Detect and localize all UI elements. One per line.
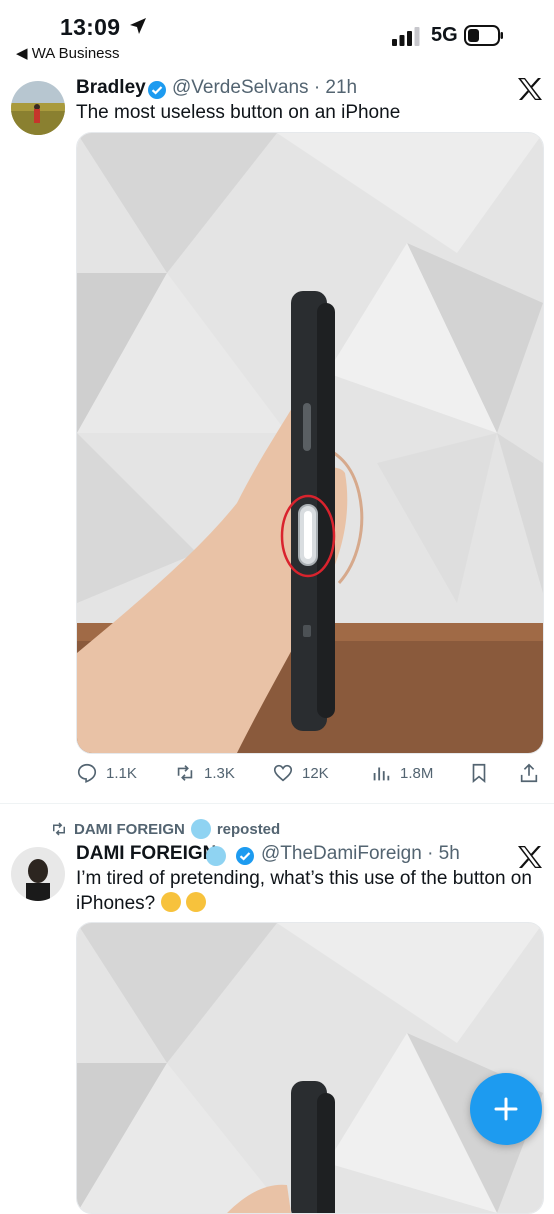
emoji-icon <box>190 819 211 839</box>
reply-icon <box>77 763 97 783</box>
repost-icon <box>177 765 193 781</box>
repost-count: 1.3K <box>204 764 235 782</box>
expressionless-face-emoji-icon <box>185 892 206 912</box>
signal-icon <box>392 27 420 46</box>
x-logo-icon <box>518 78 542 100</box>
like-icon <box>273 764 293 782</box>
battery-icon <box>464 25 503 46</box>
thinking-face-emoji-icon <box>160 892 181 912</box>
like-button[interactable]: 12K <box>272 762 329 784</box>
share-icon[interactable] <box>518 762 540 784</box>
author-handle[interactable]: @VerdeSelvans · 21h <box>172 77 357 99</box>
compose-button[interactable] <box>470 1073 542 1145</box>
back-to-app-link[interactable]: ◀ WA Business <box>16 44 120 62</box>
tweet-text: I’m tired of pretending, what’s this use… <box>76 868 532 914</box>
location-arrow-icon <box>130 18 146 34</box>
repost-indicator[interactable]: DAMI FOREIGN reposted <box>50 819 280 839</box>
network-type: 5G <box>431 24 458 46</box>
views-count: 1.8M <box>400 764 434 782</box>
reply-count: 1.1K <box>106 764 137 782</box>
author-handle[interactable]: @TheDamiForeign · 5h <box>261 843 460 865</box>
tweet-text: The most useless button on an iPhone <box>76 102 401 123</box>
verified-badge-icon <box>236 847 254 865</box>
avatar[interactable] <box>11 847 65 901</box>
repost-icon <box>53 822 65 836</box>
tweet-action-bar: 1.1K 1.3K 12K 1.8M <box>76 762 542 792</box>
tweet-media-image[interactable] <box>76 922 544 1214</box>
compose-plus-icon <box>494 1097 518 1121</box>
author-name[interactable]: DAMI FOREIGN <box>76 843 216 865</box>
verified-badge-icon <box>148 81 166 99</box>
bookmark-icon[interactable] <box>468 762 490 784</box>
repost-button[interactable]: 1.3K <box>174 762 235 784</box>
avatar[interactable] <box>11 81 65 135</box>
status-bar: 13:09 ◀ WA Business 5G <box>0 0 554 72</box>
status-time: 13:09 <box>60 14 121 40</box>
emoji-icon <box>206 846 226 866</box>
tweet-divider <box>0 803 554 804</box>
like-count: 12K <box>302 764 329 782</box>
views-icon <box>373 767 390 781</box>
views-button[interactable]: 1.8M <box>370 762 433 784</box>
reposter-name[interactable]: DAMI FOREIGN <box>74 821 185 838</box>
reply-button[interactable]: 1.1K <box>76 762 137 784</box>
tweet-media-image[interactable] <box>76 132 544 754</box>
author-name[interactable]: Bradley <box>76 77 146 99</box>
repost-suffix: reposted <box>216 820 281 838</box>
tweet-text-block: I’m tired of pretending, what’s this use… <box>76 866 546 916</box>
